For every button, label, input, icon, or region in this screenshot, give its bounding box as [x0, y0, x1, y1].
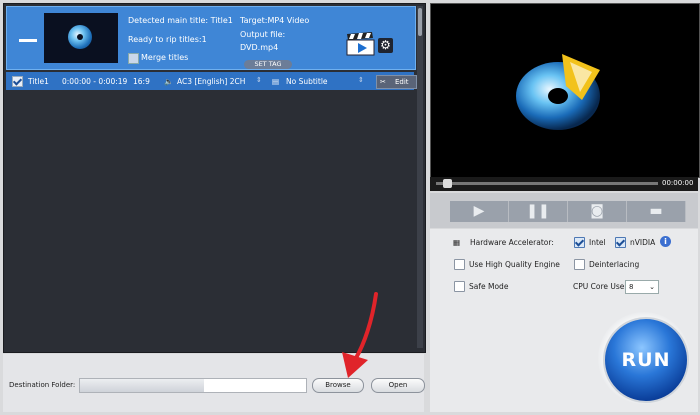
seek-bar[interactable]: 00:00:00	[430, 177, 698, 191]
hardware-accelerator-label: Hardware Accelerator:	[470, 238, 554, 247]
high-quality-engine-label: Use High Quality Engine	[469, 260, 560, 269]
cpu-core-value: 8	[629, 283, 634, 291]
destination-progress	[80, 379, 204, 392]
seek-track[interactable]	[436, 182, 658, 185]
set-tag-button[interactable]: SET TAG	[244, 60, 292, 69]
merge-titles-label: Merge titles	[141, 53, 189, 62]
list-scrollbar-thumb[interactable]	[418, 8, 422, 36]
merge-titles-checkbox[interactable]	[128, 53, 139, 64]
safe-mode-checkbox[interactable]	[454, 281, 465, 292]
cpu-core-label: CPU Core Use:	[573, 282, 627, 291]
dvd-disc-icon	[68, 25, 92, 49]
track-title: Title1	[28, 77, 49, 86]
player-controls: ▶ ❚❚ ◙ ▬	[430, 193, 698, 228]
chip-icon: ▦	[453, 238, 461, 247]
title-thumbnail	[44, 13, 118, 63]
list-scrollbar[interactable]	[417, 6, 423, 348]
gear-icon[interactable]: ⚙	[378, 38, 393, 53]
deinterlacing-label: Deinterlacing	[589, 260, 640, 269]
cpu-core-select[interactable]: 8 ⌄	[625, 280, 659, 294]
folder-icon[interactable]: ▬	[627, 201, 686, 222]
preview-time: 00:00:00	[662, 179, 694, 187]
play-icon[interactable]: ▶	[450, 201, 509, 222]
safe-mode-label: Safe Mode	[469, 282, 509, 291]
title-card[interactable]: Detected main title: Title1 Ready to rip…	[6, 6, 416, 70]
track-checkbox[interactable]	[12, 76, 23, 87]
seek-handle[interactable]	[443, 179, 452, 188]
intel-checkbox[interactable]	[574, 237, 585, 248]
subtitle-icon: ▤	[272, 77, 280, 86]
info-icon[interactable]: i	[660, 236, 671, 247]
track-time-range: 0:00:00 - 0:00:19	[62, 77, 128, 86]
video-preview	[430, 3, 700, 178]
ready-to-rip: Ready to rip titles:1	[128, 35, 207, 44]
high-quality-engine-checkbox[interactable]	[454, 259, 465, 270]
track-aspect: 16:9	[133, 77, 150, 86]
audio-dropdown-icon[interactable]: ⇕	[256, 76, 262, 84]
app-window: Detected main title: Title1 Ready to rip…	[0, 0, 700, 415]
output-file-name: DVD.mp4	[240, 43, 279, 52]
intel-label: Intel	[589, 238, 606, 247]
camera-icon[interactable]: ◙	[568, 201, 627, 222]
destination-folder-label: Destination Folder:	[9, 381, 76, 389]
target-format: Target:MP4 Video	[240, 16, 310, 25]
nvidia-checkbox[interactable]	[615, 237, 626, 248]
detected-main-title: Detected main title: Title1	[128, 16, 233, 25]
winx-logo	[516, 54, 600, 130]
edit-icon: ✂	[380, 78, 386, 86]
video-clapper-icon[interactable]	[346, 32, 375, 56]
deinterlacing-checkbox[interactable]	[574, 259, 585, 270]
subtitle-dropdown-icon[interactable]: ⇕	[358, 76, 364, 84]
edit-button[interactable]: ✂ Edit	[376, 75, 417, 89]
collapse-icon[interactable]	[19, 39, 37, 42]
speaker-icon: 🔈	[164, 77, 174, 86]
output-file-label: Output file:	[240, 30, 286, 39]
red-arrow-annotation	[342, 292, 378, 378]
subtitle-select[interactable]: No Subtitle	[286, 77, 328, 86]
edit-label: Edit	[395, 78, 409, 86]
run-button[interactable]: RUN	[603, 317, 689, 403]
chevron-down-icon: ⌄	[649, 283, 655, 291]
title-track-row[interactable]: Title1 0:00:00 - 0:00:19 16:9 🔈 AC3 [Eng…	[6, 72, 417, 90]
pause-icon[interactable]: ❚❚	[509, 201, 568, 222]
nvidia-label: nVIDIA	[630, 238, 656, 247]
audio-track-select[interactable]: AC3 [English] 2CH	[177, 77, 245, 86]
